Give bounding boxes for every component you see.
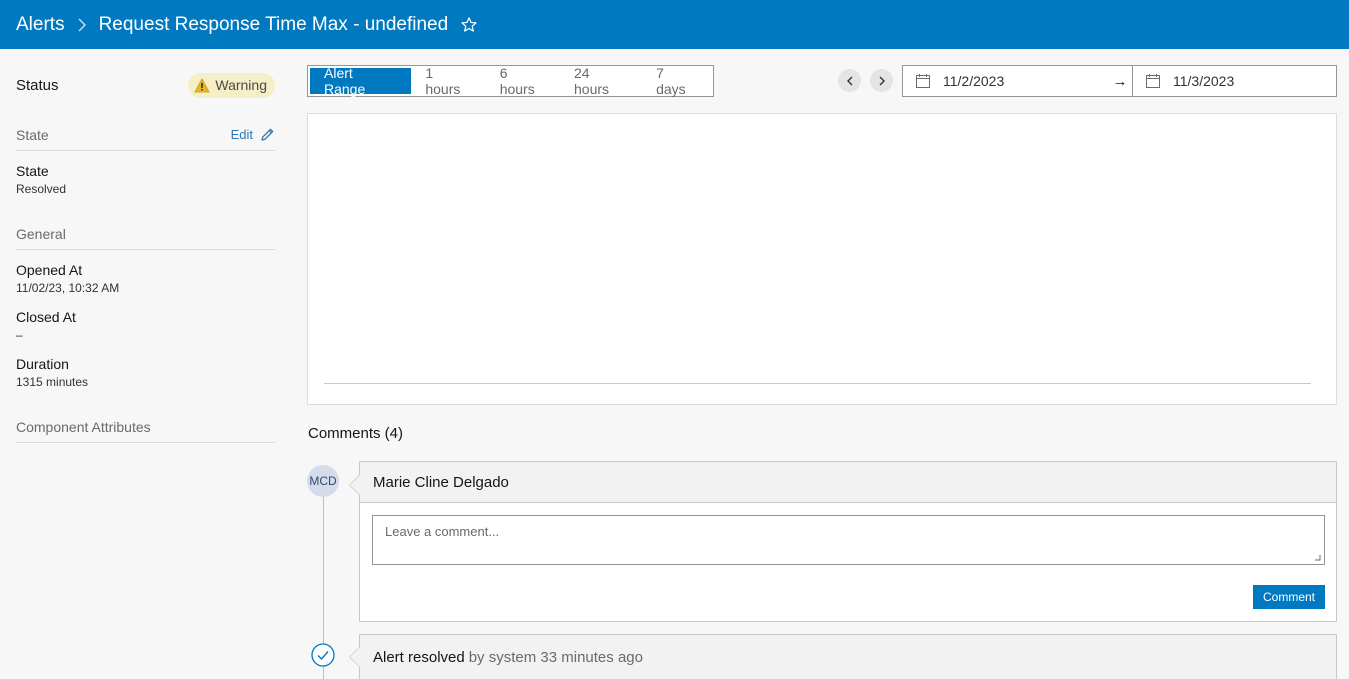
general-section-header: General bbox=[16, 220, 275, 250]
edit-label: Edit bbox=[230, 127, 253, 142]
duration-label: Duration bbox=[16, 356, 69, 372]
resize-handle-icon[interactable] bbox=[1314, 554, 1321, 561]
breadcrumb-alerts-link[interactable]: Alerts bbox=[16, 14, 65, 36]
state-field: State Resolved bbox=[16, 162, 275, 198]
comments-title: Comments (4) bbox=[308, 425, 404, 442]
previous-range-button[interactable] bbox=[838, 69, 861, 92]
event-text: Alert resolved bbox=[373, 648, 465, 666]
chevron-right-icon bbox=[879, 76, 885, 85]
general-section-title: General bbox=[16, 225, 66, 242]
closed-at-label: Closed At bbox=[16, 309, 76, 325]
closed-at-field: Closed At – bbox=[16, 308, 275, 344]
range-24-hours-button[interactable]: 24 hours bbox=[560, 65, 642, 97]
comment-author: Marie Cline Delgado bbox=[360, 462, 1336, 503]
state-section-title: State bbox=[16, 126, 49, 143]
opened-at-label: Opened At bbox=[16, 262, 83, 278]
range-6-hours-button[interactable]: 6 hours bbox=[486, 65, 560, 97]
metric-chart-panel bbox=[307, 113, 1337, 405]
status-badge-label: Warning bbox=[215, 77, 267, 93]
new-comment-card: Marie Cline Delgado Leave a comment... C… bbox=[349, 461, 1337, 622]
comment-textarea[interactable]: Leave a comment... bbox=[372, 515, 1325, 565]
component-attributes-section-header: Component Attributes bbox=[16, 413, 275, 443]
next-range-button[interactable] bbox=[870, 69, 893, 92]
alert-details-sidebar: Status Warning State Edit State Resolved… bbox=[16, 49, 275, 443]
duration-value: 1315 minutes bbox=[16, 375, 89, 389]
status-row: Status Warning bbox=[16, 49, 275, 121]
pencil-icon bbox=[261, 128, 274, 141]
opened-at-value: 11/02/23, 10:32 AM bbox=[16, 281, 120, 295]
end-date-value: 11/3/2023 bbox=[1173, 73, 1235, 89]
check-circle-icon bbox=[311, 643, 335, 667]
time-range-selector: Alert Range 1 hours 6 hours 24 hours 7 d… bbox=[307, 65, 714, 97]
component-attributes-title: Component Attributes bbox=[16, 418, 151, 435]
end-date-input[interactable]: 11/3/2023 bbox=[1132, 65, 1337, 97]
duration-field: Duration 1315 minutes bbox=[16, 355, 275, 391]
date-range-arrow: → bbox=[1107, 65, 1133, 97]
range-alert-range-button[interactable]: Alert Range bbox=[310, 65, 412, 97]
chevron-left-icon bbox=[846, 76, 852, 85]
calendar-icon bbox=[916, 74, 930, 88]
closed-at-value: – bbox=[16, 328, 23, 342]
edit-state-button[interactable]: Edit bbox=[231, 127, 275, 143]
warning-icon bbox=[194, 77, 211, 92]
start-date-input[interactable]: 11/2/2023 bbox=[902, 65, 1108, 97]
comment-placeholder: Leave a comment... bbox=[385, 524, 500, 539]
avatar: MCD bbox=[307, 465, 339, 497]
range-7-days-button[interactable]: 7 days bbox=[642, 65, 711, 97]
opened-at-field: Opened At 11/02/23, 10:32 AM bbox=[16, 261, 275, 297]
timeline-event: Alert resolved by system 33 minutes ago bbox=[349, 634, 1337, 679]
chevron-right-icon bbox=[77, 17, 87, 33]
range-1-hours-button[interactable]: 1 hours bbox=[411, 65, 485, 97]
comment-submit-button[interactable]: Comment bbox=[1253, 585, 1325, 609]
card-pointer bbox=[349, 646, 360, 668]
state-field-label: State bbox=[16, 163, 49, 179]
card-pointer bbox=[349, 474, 360, 496]
page-title: Request Response Time Max - undefined bbox=[98, 13, 449, 35]
calendar-icon bbox=[1146, 74, 1160, 88]
chart-x-axis-line bbox=[324, 383, 1311, 384]
state-field-value: Resolved bbox=[16, 182, 67, 196]
status-badge: Warning bbox=[188, 72, 275, 98]
top-header: Alerts Request Response Time Max - undef… bbox=[0, 0, 1349, 49]
state-section-header: State Edit bbox=[16, 121, 275, 151]
event-meta: by system 33 minutes ago bbox=[468, 648, 643, 666]
status-label: Status bbox=[16, 76, 59, 94]
star-favorite-icon[interactable] bbox=[460, 16, 478, 34]
start-date-value: 11/2/2023 bbox=[943, 73, 1005, 89]
